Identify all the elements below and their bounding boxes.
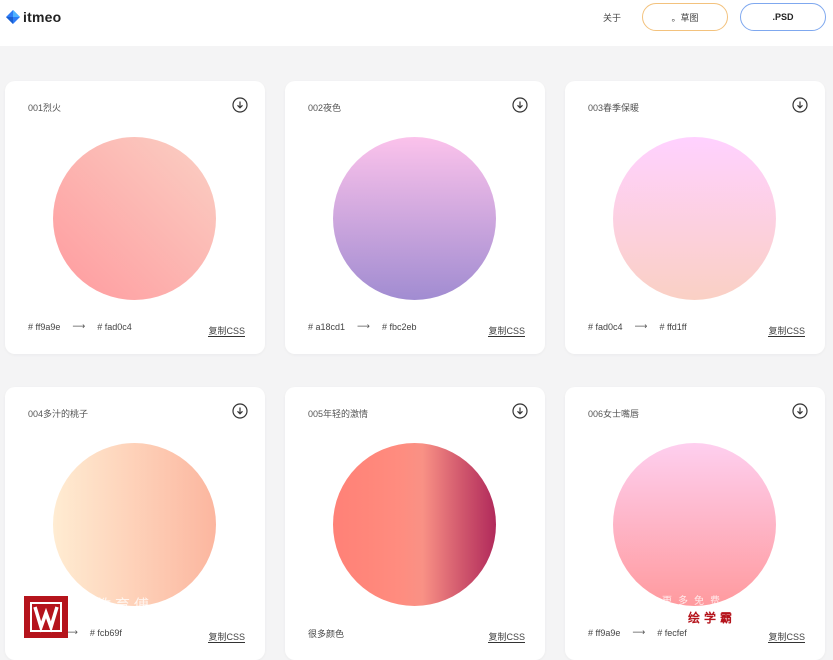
color-from: # fad0c4 <box>588 321 623 332</box>
gradient-card: 003春季保暖 # fad0c4 ⟶ # ffd1ff 复制CSS <box>565 81 825 354</box>
copy-css-button[interactable]: 复制CSS <box>208 630 245 643</box>
color-codes: 很多颜色 <box>308 627 344 640</box>
color-from: # ff9a9e <box>588 627 621 638</box>
download-icon[interactable] <box>512 97 528 113</box>
arrow-right-icon: ⟶ <box>632 627 646 637</box>
color-codes: # ff9a9e ⟶ # fad0c4 <box>28 321 132 332</box>
color-codes: # fad0c4 ⟶ # ffd1ff <box>588 321 687 332</box>
arrow-right-icon: ⟶ <box>72 321 86 331</box>
color-from: # a18cd1 <box>308 321 346 332</box>
gradient-preview-circle <box>613 443 776 606</box>
color-from: 很多颜色 <box>308 629 345 639</box>
arrow-right-icon: ⟶ <box>357 321 370 331</box>
gradient-preview-circle <box>53 137 216 300</box>
download-icon[interactable] <box>232 403 248 419</box>
color-to: # fecfef <box>657 627 687 638</box>
nav-about-link[interactable]: 关于 <box>603 11 621 24</box>
color-to: # fad0c4 <box>97 321 132 332</box>
logo-text: itmeo <box>23 9 62 25</box>
copy-css-label: 复制CSS <box>208 326 245 337</box>
gradient-preview-circle <box>53 443 216 606</box>
arrow-right-icon: ⟶ <box>634 321 648 331</box>
color-codes: # ff9a9e ⟶ # fecfef <box>588 627 687 638</box>
gradient-title: 003春季保暖 <box>588 103 640 113</box>
copy-css-label: 复制CSS <box>488 632 525 643</box>
gradient-preview-circle <box>333 443 496 606</box>
gradient-title: 004多汁的桃子 <box>28 409 89 419</box>
gradient-preview-circle <box>613 137 776 300</box>
top-header: itmeo 关于 。草图 .PSD <box>0 0 833 46</box>
watermark-w-icon <box>30 602 62 633</box>
watermark-text-brand: 绘学霸 <box>688 611 737 625</box>
copy-css-button[interactable]: 复制CSS <box>488 324 525 337</box>
color-to: # ffd1ff <box>659 321 687 332</box>
download-icon[interactable] <box>792 403 808 419</box>
gradient-title: 005年轻的激情 <box>308 409 369 419</box>
gradient-card: 005年轻的激情 很多颜色 复制CSS <box>285 387 545 660</box>
watermark-text-top: 更多免费 <box>662 596 726 607</box>
copy-css-button[interactable]: 复制CSS <box>768 324 805 337</box>
gradient-title: 001烈火 <box>28 103 62 113</box>
sketch-button[interactable]: 。草图 <box>642 3 728 31</box>
copy-css-label: 复制CSS <box>768 632 805 643</box>
logo[interactable]: itmeo <box>6 9 61 25</box>
download-icon[interactable] <box>792 97 808 113</box>
color-codes: ⟶ # fcb69f <box>65 627 122 638</box>
copy-css-button[interactable]: 复制CSS <box>208 324 245 337</box>
gradient-title: 006女士嘴唇 <box>588 409 640 419</box>
copy-css-label: 复制CSS <box>208 632 245 643</box>
color-to: # fbc2eb <box>381 321 417 332</box>
copy-css-button[interactable]: 复制CSS <box>488 630 525 643</box>
psd-button-label: .PSD <box>772 12 794 22</box>
gradient-title: 002夜色 <box>308 103 342 113</box>
color-to: # fcb69f <box>89 627 122 638</box>
download-icon[interactable] <box>512 403 528 419</box>
watermark-text: 教育傅 <box>96 597 154 614</box>
copy-css-label: 复制CSS <box>488 326 525 337</box>
gradient-card: 001烈火 # ff9a9e ⟶ # fad0c4 复制CSS <box>5 81 265 354</box>
psd-button[interactable]: .PSD <box>740 3 826 31</box>
diamond-logo-icon <box>6 10 20 24</box>
gradient-card: 002夜色 # a18cd1 ⟶ # fbc2eb 复制CSS <box>285 81 545 354</box>
gradient-preview-circle <box>333 137 496 300</box>
watermark-logo <box>24 596 68 638</box>
color-from: # ff9a9e <box>28 321 61 332</box>
copy-css-label: 复制CSS <box>768 326 805 337</box>
download-icon[interactable] <box>232 97 248 113</box>
color-codes: # a18cd1 ⟶ # fbc2eb <box>308 321 416 332</box>
copy-css-button[interactable]: 复制CSS <box>768 630 805 643</box>
sketch-button-label: 。草图 <box>671 12 699 23</box>
